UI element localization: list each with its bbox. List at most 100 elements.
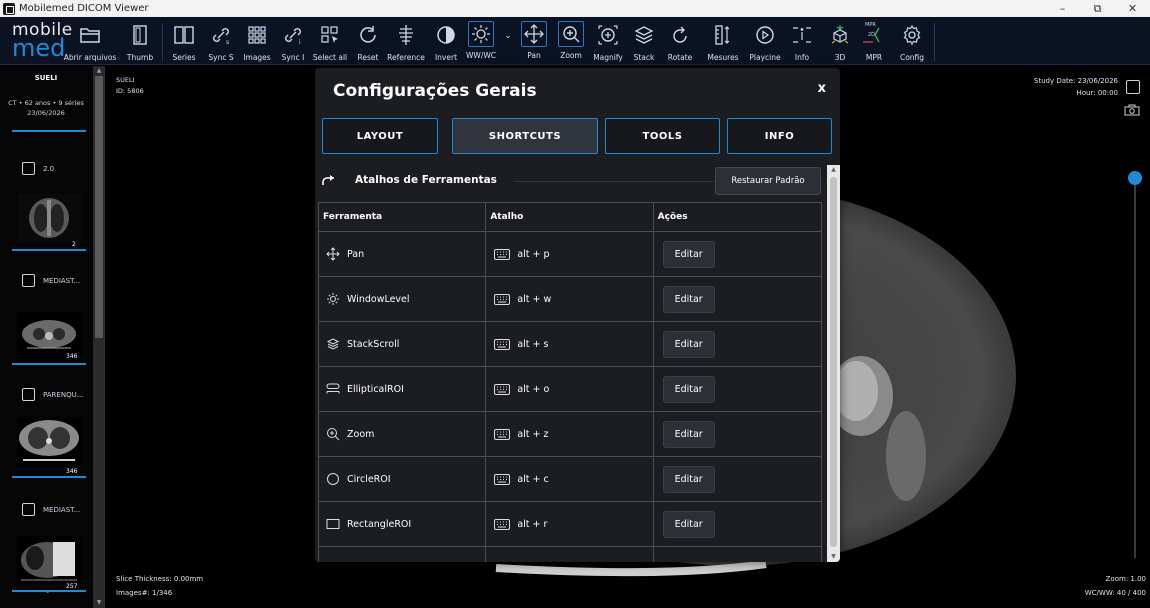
- invert-button[interactable]: Invert: [432, 19, 460, 65]
- shortcut-keys: alt + p: [517, 248, 550, 260]
- tool-cell: [319, 547, 487, 562]
- minimize-button[interactable]: –: [1045, 0, 1080, 17]
- invert-icon: [437, 26, 455, 44]
- series-thumbnail[interactable]: [17, 194, 81, 242]
- scroll-up-arrow[interactable]: ▲: [827, 165, 840, 175]
- window-controls: – ⧉ ✕: [1045, 0, 1150, 17]
- viewport-layout-toggle[interactable]: [1126, 80, 1140, 94]
- shortcut-keys: alt + o: [517, 383, 550, 395]
- keyboard-icon: [494, 428, 511, 440]
- scroll-down-arrow[interactable]: ▼: [827, 552, 840, 562]
- link-icon: s: [213, 28, 229, 46]
- edit-shortcut-button[interactable]: Editar: [662, 510, 715, 538]
- scroll-up-arrow[interactable]: ▲: [93, 66, 105, 76]
- pan-button[interactable]: Pan: [518, 19, 550, 65]
- 3d-button[interactable]: 3D: [826, 19, 854, 65]
- series-thumbnail[interactable]: [17, 536, 81, 584]
- actions-cell: Editar: [654, 322, 821, 366]
- toolbar-label: Info: [794, 53, 810, 62]
- edit-shortcut-button[interactable]: Editar: [662, 420, 715, 448]
- mpr-button[interactable]: MPR 2D MPR: [860, 19, 888, 65]
- rotate-button[interactable]: Rotate: [664, 19, 696, 65]
- grid-icon: [248, 26, 266, 44]
- info-button[interactable]: Info: [788, 19, 816, 65]
- playcine-button[interactable]: Playcine: [748, 19, 782, 65]
- viewport-info-top-right: Study Date: 23/06/2026 Hour: 00:00: [1034, 75, 1118, 99]
- actions-cell: Editar: [654, 502, 821, 546]
- series-thumbnail[interactable]: [17, 418, 81, 466]
- toolbar-label: Playcine: [749, 53, 781, 62]
- tab-shortcuts[interactable]: SHORTCUTS: [452, 118, 598, 154]
- tab-tools[interactable]: TOOLS: [605, 118, 720, 154]
- zoom-icon: [327, 428, 340, 441]
- series-item[interactable]: 2.0: [22, 162, 54, 175]
- edit-shortcut-button[interactable]: Editar: [662, 330, 715, 358]
- zoom-button[interactable]: Zoom: [556, 19, 586, 65]
- thumbnail-panel: SUELI CT • 62 anos • 9 séries 23/06/2026…: [0, 66, 106, 608]
- viewport-patient-name: SUELI: [116, 76, 135, 84]
- tab-info[interactable]: INFO: [727, 118, 832, 154]
- restore-defaults-button[interactable]: Restaurar Padrão: [715, 167, 821, 195]
- series-item[interactable]: MEDIAST...: [22, 274, 80, 287]
- edit-shortcut-button[interactable]: Editar: [662, 240, 715, 268]
- modal-close-button[interactable]: x: [818, 81, 826, 96]
- window-level-button[interactable]: WW/WC: [464, 19, 498, 65]
- series-checkbox[interactable]: [22, 503, 35, 516]
- app-window: Mobilemed DICOM Viewer – ⧉ ✕ mobile med …: [0, 0, 1150, 608]
- slice-slider-track[interactable]: [1134, 178, 1136, 558]
- scrollbar-thumb[interactable]: [830, 177, 837, 547]
- measures-button[interactable]: Mesures: [703, 19, 743, 65]
- series-item[interactable]: PARENQU...: [22, 388, 83, 401]
- images-button[interactable]: Images: [242, 19, 272, 65]
- scroll-down-arrow[interactable]: ▼: [93, 598, 105, 608]
- window-level-dropdown[interactable]: ⌄: [502, 19, 514, 65]
- section-title: Atalhos de Ferramentas: [355, 174, 497, 186]
- maximize-button[interactable]: ⧉: [1080, 0, 1115, 17]
- series-checkbox[interactable]: [22, 388, 35, 401]
- series-item[interactable]: MEDIAST...: [22, 503, 80, 516]
- reset-button[interactable]: Reset: [354, 19, 382, 65]
- tool-cell: Zoom: [319, 412, 487, 456]
- modal-title: Configurações Gerais: [333, 81, 537, 101]
- series-button[interactable]: Series: [170, 19, 198, 65]
- toolbar-label: Zoom: [560, 51, 582, 60]
- folder-icon: [80, 28, 100, 43]
- logo-line2: med: [12, 34, 66, 62]
- thumbnail-scrollbar[interactable]: ▲ ▼: [93, 66, 105, 608]
- tab-layout[interactable]: LAYOUT: [322, 118, 438, 154]
- reference-button[interactable]: Reference: [386, 19, 426, 65]
- rotate-icon: [673, 26, 687, 43]
- ruler-icon: [715, 25, 730, 45]
- config-button[interactable]: Config: [896, 19, 928, 65]
- chevron-down-icon[interactable]: ⌄: [44, 586, 52, 596]
- edit-shortcut-button[interactable]: Editar: [662, 285, 715, 313]
- magnify-button[interactable]: Magnify: [590, 19, 626, 65]
- series-checkbox[interactable]: [22, 162, 35, 175]
- edit-shortcut-button[interactable]: Editar: [662, 465, 715, 493]
- open-files-button[interactable]: Abrir arquivos: [64, 19, 116, 65]
- tool-cell: Pan: [319, 232, 487, 276]
- shortcut-keys: alt + c: [517, 473, 549, 485]
- keyboard-icon: [494, 473, 511, 485]
- modal-scrollbar[interactable]: ▲ ▼: [827, 165, 840, 562]
- study-underline: [12, 130, 86, 132]
- table-header: Ferramenta Atalho Ações: [318, 202, 822, 232]
- close-window-button[interactable]: ✕: [1115, 0, 1150, 17]
- toolbar-label: Images: [243, 53, 271, 62]
- thumb-button[interactable]: Thumb: [125, 19, 155, 65]
- stack-button[interactable]: Stack: [630, 19, 658, 65]
- slice-slider-knob[interactable]: [1128, 171, 1142, 185]
- column-header-actions: Ações: [657, 212, 688, 222]
- tool-name: EllipticalROI: [347, 383, 404, 395]
- sync-series-button[interactable]: s Sync S: [206, 19, 236, 65]
- series-checkbox[interactable]: [22, 274, 35, 287]
- toolbar-label: Rotate: [667, 53, 693, 62]
- edit-shortcut-button[interactable]: Editar: [662, 375, 715, 403]
- toolbar-label: MPR: [865, 53, 883, 62]
- main-toolbar: mobile med Abrir arquivos Thumb Series s…: [0, 17, 1150, 65]
- select-all-button[interactable]: Select all: [312, 19, 348, 65]
- camera-icon[interactable]: [1124, 104, 1140, 116]
- sync-images-button[interactable]: i Sync I: [278, 19, 308, 65]
- toolbar-label: Magnify: [593, 53, 623, 62]
- scrollbar-thumb[interactable]: [95, 76, 103, 338]
